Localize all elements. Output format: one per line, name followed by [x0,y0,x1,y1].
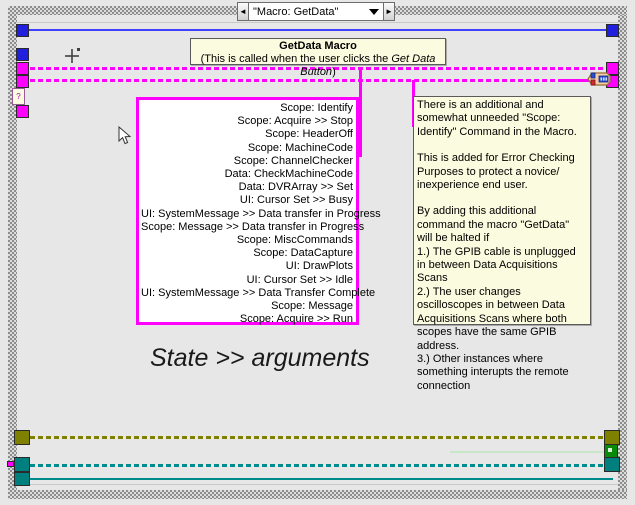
list-item: UI: SystemMessage >> Data Transfer Compl… [141,287,353,300]
structure-border-bottom [8,490,627,499]
paragraph-spacer [417,139,587,152]
header-comment-title: GetData Macro [193,40,443,53]
wire-magenta-riser-vertical[interactable] [359,68,362,156]
side-comment-paragraph: 2.) The user changes oscilloscopes in be… [417,286,587,353]
list-item: Scope: Identify [141,102,353,115]
list-item: Data: CheckMachineCode [141,168,353,181]
list-item: UI: Cursor Set >> Busy [141,194,353,207]
list-item: UI: Cursor Set >> Idle [141,274,353,287]
list-item: Scope: ChannelChecker [141,155,353,168]
terminal-right-blue[interactable] [606,24,619,37]
case-frame-divider-bottom [17,484,618,485]
list-item: Scope: DataCapture [141,247,353,260]
wire-green-bus[interactable] [450,451,613,453]
arrow-cursor-icon [118,126,132,146]
terminal-left-magenta-upper[interactable] [16,62,29,75]
wire-teal-bus-solid[interactable] [22,478,613,480]
case-selector[interactable]: ◄ "Macro: GetData" ► [237,2,395,21]
structure-border-right [618,6,627,499]
wire-blue-bus[interactable] [22,29,613,31]
list-item: Scope: Message >> Data transfer in Progr… [141,221,353,234]
wire-olive-bus[interactable] [22,436,613,439]
header-comment-subtitle-pre: (This is called when the user clicks the [201,53,392,65]
selector-value-field[interactable]: "Macro: GetData" [248,2,384,21]
selector-prev-button[interactable]: ◄ [237,2,248,21]
terminal-right-green[interactable] [604,444,618,458]
terminal-left-teal-lower[interactable] [14,472,30,486]
selector-next-button[interactable]: ► [384,2,395,21]
list-item: Data: DVRArray >> Set [141,181,353,194]
list-item: UI: DrawPlots [141,260,353,273]
terminal-left-teal-upper[interactable] [14,457,30,472]
list-item: Scope: MachineCode [141,142,353,155]
crosshair-icon [64,45,82,63]
terminal-left-magenta-tiny[interactable] [7,461,14,467]
position-crosshair-marker [64,45,82,68]
subvi-node-glyph [586,69,612,89]
case-frame-divider-top [17,22,618,23]
subvi-node-icon[interactable] [586,69,612,89]
selector-value-text: "Macro: GetData" [253,6,369,18]
mouse-cursor-arrow [118,126,132,151]
list-item: Scope: MiscCommands [141,234,353,247]
wire-teal-bus-dotted[interactable] [22,464,613,467]
terminal-left-magenta-lower[interactable] [16,75,29,88]
terminal-question-tag: ? [12,88,25,105]
side-comment-paragraph: 3.) Other instances where something inte… [417,353,587,393]
side-comment-paragraph: There is an additional and somewhat unne… [417,99,587,139]
side-comment-paragraph: By adding this additional command the ma… [417,205,587,245]
wire-magenta-bus-lower[interactable] [22,79,613,82]
terminal-left-magenta-bottom[interactable] [16,105,29,118]
terminal-left-olive[interactable] [14,430,30,445]
list-item: Scope: Message [141,300,353,313]
header-comment-box[interactable]: GetData Macro (This is called when the u… [190,38,446,65]
list-item: UI: SystemMessage >> Data transfer in Pr… [141,208,353,221]
paragraph-spacer [417,192,587,205]
terminal-right-olive[interactable] [604,430,620,445]
terminal-right-teal[interactable] [604,457,620,472]
chevron-down-icon[interactable] [369,9,379,15]
block-diagram-canvas[interactable]: ? ◄ "Macro: GetData" ► GetData Macro (Th [0,0,635,505]
side-comment-paragraph: This is added for Error Checking Purpose… [417,152,587,192]
side-comment-paragraph: 1.) The GPIB cable is unplugged in betwe… [417,246,587,286]
state-queue-box[interactable]: Scope: Identify Scope: Acquire >> Stop S… [136,97,359,325]
list-item: Scope: Acquire >> Run [141,313,353,326]
header-comment-subtitle: (This is called when the user clicks the… [193,53,443,79]
list-item: Scope: Acquire >> Stop [141,115,353,128]
list-item: Scope: HeaderOff [141,128,353,141]
terminal-left-blue-lower[interactable] [16,48,29,61]
diagram-label: State >> arguments [150,344,370,373]
side-comment-box[interactable]: There is an additional and somewhat unne… [413,96,591,325]
terminal-left-blue-upper[interactable] [16,24,29,37]
header-comment-subtitle-post: ) [332,66,336,78]
